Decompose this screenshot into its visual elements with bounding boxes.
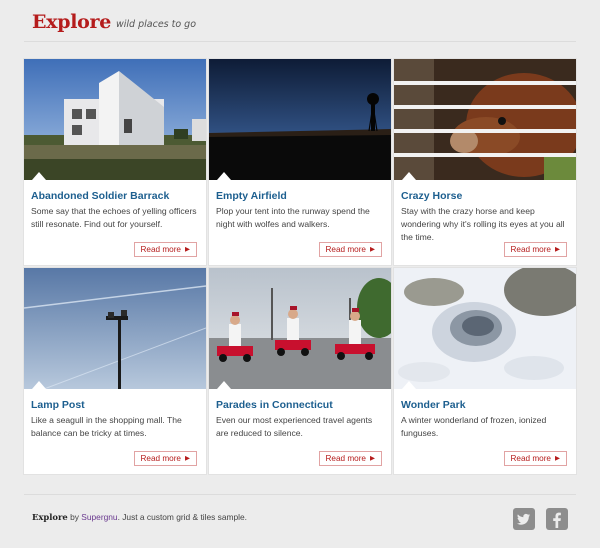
card-title[interactable]: Wonder Park: [401, 399, 572, 411]
tile-card: Abandoned Soldier Barrack Some say that …: [24, 59, 206, 265]
read-more-label: Read more: [510, 454, 551, 463]
card-description: Plop your tent into the runway spend the…: [216, 206, 370, 229]
wonder-park-photo[interactable]: [394, 268, 576, 389]
header-divider: [24, 41, 576, 42]
parade-photo[interactable]: [209, 268, 391, 389]
caret-right-icon: ▶: [555, 246, 560, 253]
read-more-label: Read more: [140, 245, 181, 254]
card-pointer: [217, 172, 231, 180]
card-description: Some say that the echoes of yelling offi…: [31, 206, 197, 229]
lamp-post-photo[interactable]: [24, 268, 206, 389]
caret-right-icon: ▶: [555, 455, 560, 462]
read-more-button[interactable]: Read more ▶: [134, 451, 197, 466]
read-more-label: Read more: [140, 454, 181, 463]
footer-suffix: . Just a custom grid & tiles sample.: [117, 512, 247, 522]
caret-right-icon: ▶: [185, 246, 190, 253]
caret-right-icon: ▶: [370, 246, 375, 253]
read-more-button[interactable]: Read more ▶: [504, 242, 567, 257]
tile-card: Crazy Horse Stay with the crazy horse an…: [394, 59, 576, 265]
read-more-button[interactable]: Read more ▶: [319, 242, 382, 257]
card-pointer: [402, 172, 416, 180]
card-pointer: [32, 172, 46, 180]
read-more-label: Read more: [325, 454, 366, 463]
barrack-photo[interactable]: [24, 59, 206, 180]
site-header: Explore wild places to go: [32, 8, 572, 40]
read-more-label: Read more: [325, 245, 366, 254]
read-more-button[interactable]: Read more ▶: [134, 242, 197, 257]
facebook-button[interactable]: [546, 508, 568, 530]
read-more-label: Read more: [510, 245, 551, 254]
card-title[interactable]: Lamp Post: [31, 399, 202, 411]
card-description: A winter wonderland of frozen, ionized f…: [401, 415, 547, 438]
read-more-button[interactable]: Read more ▶: [319, 451, 382, 466]
card-title[interactable]: Parades in Connecticut: [216, 399, 387, 411]
airfield-photo[interactable]: [209, 59, 391, 180]
card-description: Like a seagull in the shopping mall. The…: [31, 415, 182, 438]
tile-card: Empty Airfield Plop your tent into the r…: [209, 59, 391, 265]
caret-right-icon: ▶: [185, 455, 190, 462]
tile-card: Lamp Post Like a seagull in the shopping…: [24, 268, 206, 474]
card-description: Stay with the crazy horse and keep wonde…: [401, 206, 565, 242]
caret-right-icon: ▶: [370, 455, 375, 462]
card-title[interactable]: Empty Airfield: [216, 190, 387, 202]
twitter-button[interactable]: [513, 508, 535, 530]
card-pointer: [402, 381, 416, 389]
footer-credits: Explore by Supergnu. Just a custom grid …: [32, 512, 247, 522]
site-logo[interactable]: Explore: [32, 11, 111, 33]
footer-brand: Explore: [32, 512, 68, 522]
footer-divider: [24, 494, 576, 495]
tile-card: Parades in Connecticut Even our most exp…: [209, 268, 391, 474]
card-title[interactable]: Abandoned Soldier Barrack: [31, 190, 202, 202]
tile-grid: Abandoned Soldier Barrack Some say that …: [24, 59, 576, 474]
twitter-icon: [517, 513, 530, 525]
horse-photo[interactable]: [394, 59, 576, 180]
card-pointer: [32, 381, 46, 389]
read-more-button[interactable]: Read more ▶: [504, 451, 567, 466]
site-tagline: wild places to go: [116, 19, 197, 30]
card-title[interactable]: Crazy Horse: [401, 190, 572, 202]
card-description: Even our most experienced travel agents …: [216, 415, 373, 438]
footer-by: by: [70, 512, 79, 522]
facebook-icon: [553, 512, 561, 528]
card-pointer: [217, 381, 231, 389]
author-link[interactable]: Supergnu: [81, 512, 117, 522]
tile-card: Wonder Park A winter wonderland of froze…: [394, 268, 576, 474]
